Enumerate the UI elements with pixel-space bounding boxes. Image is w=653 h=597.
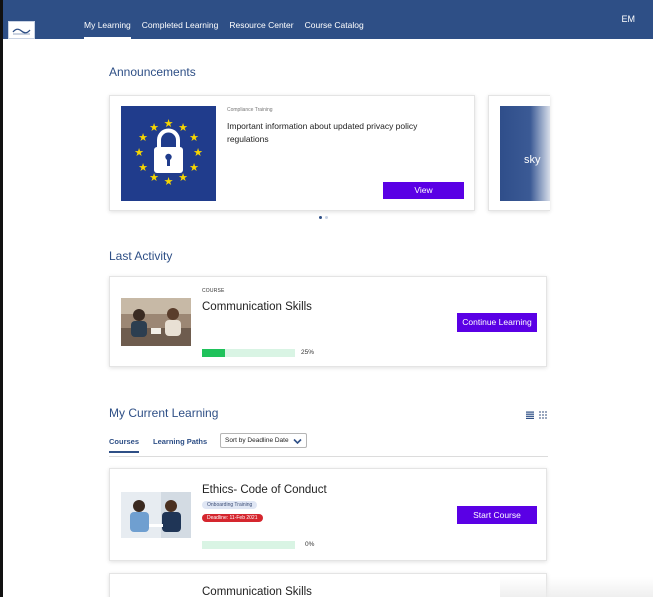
- nav-completed-learning[interactable]: Completed Learning: [142, 0, 219, 39]
- svg-text:★: ★: [189, 131, 199, 144]
- carousel-dot[interactable]: [325, 216, 328, 219]
- nav-course-catalog[interactable]: Course Catalog: [305, 0, 364, 39]
- svg-text:★: ★: [164, 175, 174, 188]
- content-type-label: COURSE: [202, 288, 225, 294]
- nav-resource-center[interactable]: Resource Center: [229, 0, 293, 39]
- list-view-icon[interactable]: [526, 406, 534, 424]
- svg-text:★: ★: [178, 121, 188, 134]
- deadline-badge: Deadline: 11-Feb 2021: [202, 514, 263, 522]
- announcement-text: Important information about updated priv…: [227, 121, 418, 144]
- announcement-card[interactable]: ★ ★ ★ ★ ★ ★ ★ ★ ★ ★ ★ ★ Compliance Train…: [109, 95, 475, 211]
- last-activity-card[interactable]: COURSE Communication Skills Continue Lea…: [109, 276, 547, 367]
- progress-percent: 25%: [301, 349, 315, 356]
- learning-item-card[interactable]: Ethics- Code of Conduct Onboarding Train…: [109, 468, 547, 561]
- window-edge: [0, 0, 3, 597]
- sort-dropdown[interactable]: Sort by Deadline Date: [220, 433, 307, 448]
- announcements-heading: Announcements: [109, 65, 196, 79]
- tab-learning-paths[interactable]: Learning Paths: [153, 437, 207, 446]
- app-logo[interactable]: [8, 21, 35, 39]
- grid-view-icon[interactable]: [539, 406, 547, 424]
- view-button[interactable]: View: [383, 182, 464, 199]
- progress-bar: [202, 349, 295, 357]
- current-learning-heading: My Current Learning: [109, 406, 219, 420]
- training-type-badge: Onboarding Training: [202, 501, 258, 509]
- course-thumbnail: [121, 298, 191, 346]
- last-activity-heading: Last Activity: [109, 249, 173, 263]
- announcement-image: sky: [500, 106, 550, 201]
- svg-text:★: ★: [134, 146, 144, 159]
- tabs-divider: [109, 456, 548, 457]
- course-title: Ethics- Code of Conduct: [202, 484, 327, 496]
- progress-bar: [202, 541, 295, 549]
- svg-text:★: ★: [149, 121, 159, 134]
- sort-dropdown-label: Sort by Deadline Date: [225, 437, 289, 444]
- main-nav: My Learning Completed Learning Resource …: [84, 0, 375, 39]
- svg-text:★: ★: [138, 131, 148, 144]
- learning-item-card[interactable]: Communication Skills: [109, 573, 547, 597]
- tab-courses[interactable]: Courses: [109, 437, 140, 453]
- progress-percent: 0%: [305, 541, 315, 548]
- svg-text:★: ★: [138, 161, 148, 174]
- announcement-image-text: sky: [524, 154, 541, 166]
- svg-text:★: ★: [164, 117, 174, 130]
- announcement-card-next[interactable]: sky: [488, 95, 550, 211]
- chevron-down-icon: [293, 437, 302, 450]
- start-course-button[interactable]: Start Course: [457, 506, 537, 524]
- lock-icon: ★ ★ ★ ★ ★ ★ ★ ★ ★ ★ ★ ★: [121, 106, 216, 201]
- scroll-shadow: [500, 577, 653, 597]
- progress-bar-fill: [202, 349, 226, 357]
- course-title: Communication Skills: [202, 301, 312, 313]
- course-thumbnail: [121, 492, 191, 538]
- continue-learning-button[interactable]: Continue Learning: [457, 313, 537, 332]
- user-avatar[interactable]: EM: [622, 14, 636, 24]
- course-title: Communication Skills: [202, 586, 312, 597]
- svg-text:★: ★: [193, 146, 203, 159]
- top-navigation-bar: My Learning Completed Learning Resource …: [3, 0, 653, 39]
- svg-text:★: ★: [189, 161, 199, 174]
- carousel-dot-active[interactable]: [319, 216, 322, 219]
- nav-my-learning[interactable]: My Learning: [84, 0, 131, 39]
- announcement-category: Compliance Training: [227, 107, 273, 113]
